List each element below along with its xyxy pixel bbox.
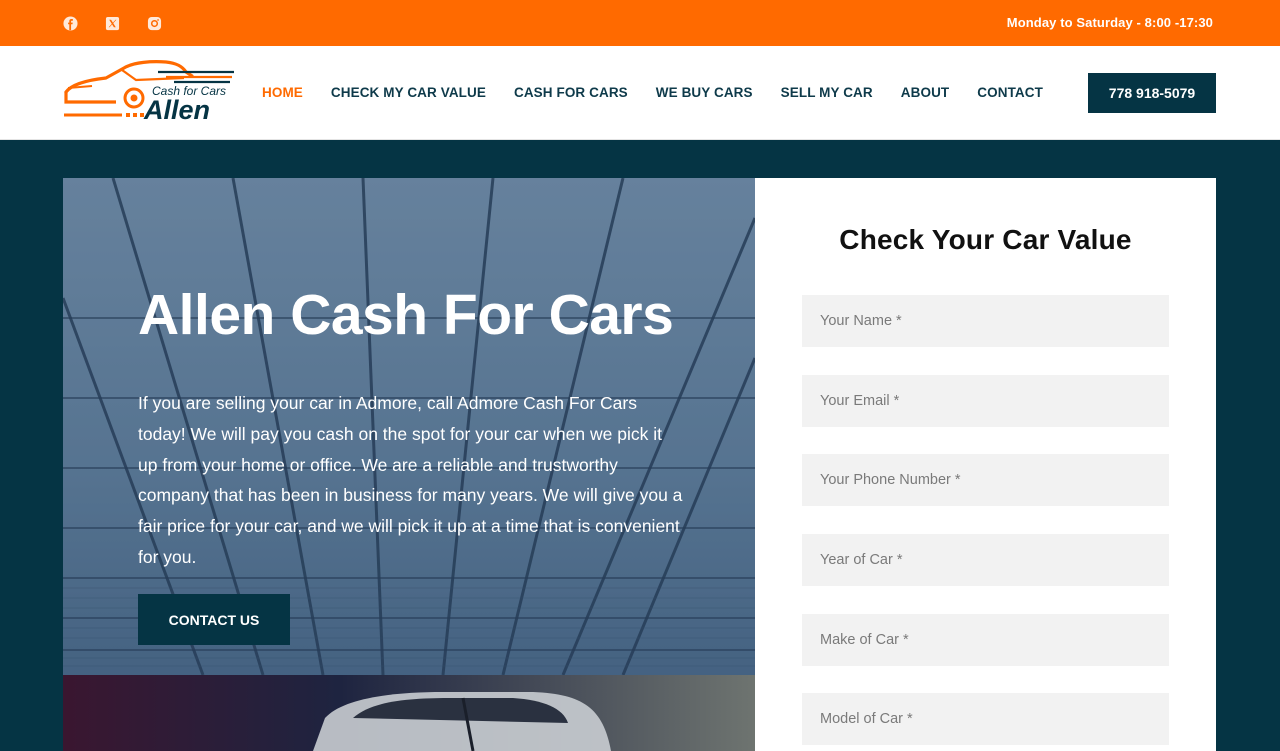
hero-description: If you are selling your car in Admore, c… [138,393,683,567]
site-logo[interactable]: Cash for Cars Allen [62,58,238,125]
business-hours: Monday to Saturday - 8:00 -17:30 [1006,15,1213,30]
car-model-field[interactable] [802,693,1169,745]
x-twitter-icon[interactable] [104,15,120,31]
nav-we-buy-cars[interactable]: WE BUY CARS [656,85,753,100]
contact-us-button[interactable]: CONTACT US [138,594,290,645]
car-year-field[interactable] [802,534,1169,586]
facebook-icon[interactable] [62,15,78,31]
logo-name: Allen [143,95,210,124]
nav-home[interactable]: HOME [262,85,303,100]
phone-button[interactable]: 778 918-5079 [1088,73,1216,113]
hero-section: Allen Cash For Cars If you are selling y… [63,178,755,751]
hero-title: Allen Cash For Cars [138,283,674,347]
nav-sell-my-car[interactable]: SELL MY CAR [781,85,873,100]
nav-contact[interactable]: CONTACT [977,85,1043,100]
top-bar: Monday to Saturday - 8:00 -17:30 [0,0,1280,46]
site-header: Cash for Cars Allen HOME CHECK MY CAR VA… [0,46,1280,140]
car-value-form: Check Your Car Value [755,178,1216,751]
main-nav: HOME CHECK MY CAR VALUE CASH FOR CARS WE… [262,85,1071,100]
car-make-field[interactable] [802,614,1169,666]
phone-number-field[interactable] [802,454,1169,506]
instagram-icon[interactable] [146,15,162,31]
email-field[interactable] [802,375,1169,427]
nav-cash-for-cars[interactable]: CASH FOR CARS [514,85,628,100]
nav-about[interactable]: ABOUT [901,85,950,100]
nav-check-my-car-value[interactable]: CHECK MY CAR VALUE [331,85,486,100]
form-title: Check Your Car Value [839,224,1132,255]
name-field[interactable] [802,295,1169,347]
